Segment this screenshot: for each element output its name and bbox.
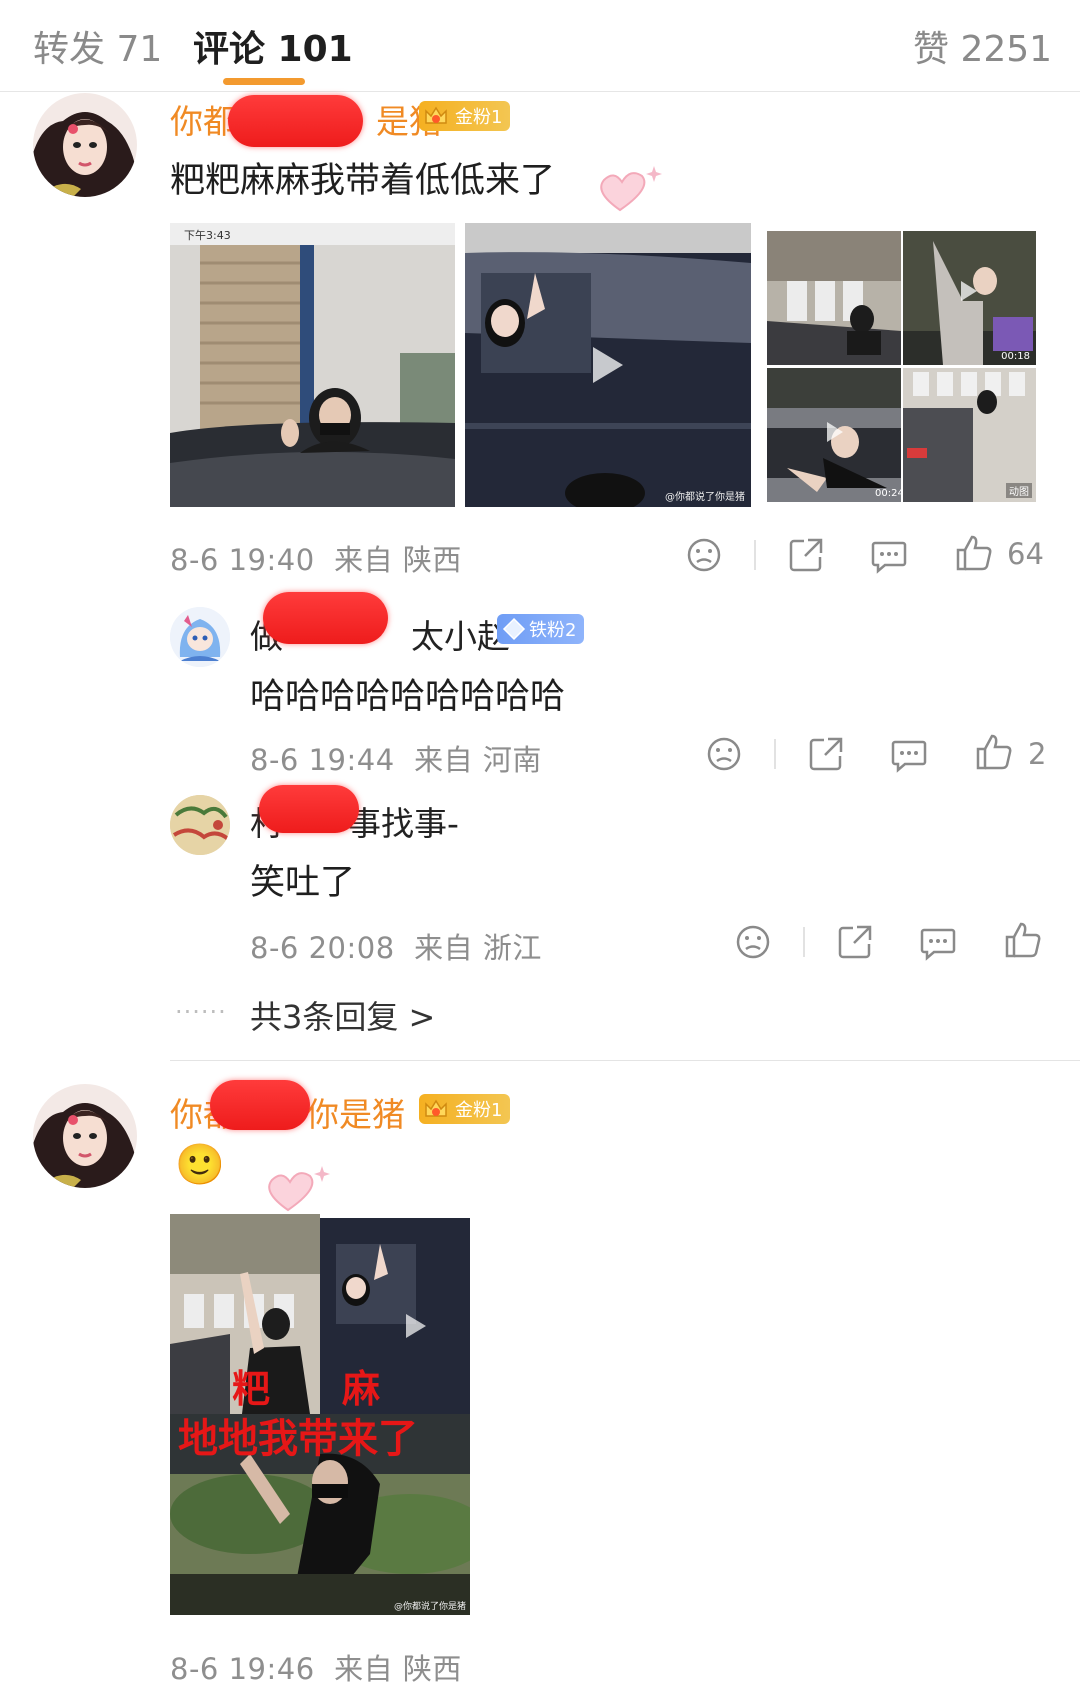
meme-caption-main: 地地我带来了 [178,1416,418,1462]
play-icon[interactable] [593,347,623,383]
tab-comments[interactable]: 评论 101 [193,20,353,72]
redaction-mark [259,785,359,833]
more-replies-link[interactable]: 共3条回复 > [250,992,435,1038]
watermark: @你都说了你是猪 [665,492,745,503]
comment-meta: 8-6 19:40 来自 陕西 [170,543,462,577]
heart-sticker-icon [268,1166,330,1212]
fan-badge[interactable]: 金粉1 [419,1094,511,1124]
like-icon[interactable] [954,533,994,573]
share-icon[interactable] [806,734,846,774]
share-icon[interactable] [835,922,875,962]
crown-icon [425,1099,447,1117]
comment-text: 粑粑麻麻我带着低低来了 [170,161,556,201]
grid-video-2[interactable]: 00:24 [767,368,901,502]
comment-video[interactable]: @你都说了你是猪 [465,223,751,507]
like-count: 2 [1028,737,1047,771]
comment-icon[interactable] [889,734,929,774]
action-separator [754,540,756,570]
share-icon[interactable] [786,535,826,575]
smile-emoji: 🙂 [175,1142,225,1188]
active-tab-indicator [223,78,305,85]
play-icon[interactable] [961,281,977,301]
comment-image[interactable]: 下午3:43 [170,223,455,507]
avatar[interactable] [33,1084,137,1188]
comment-divider [170,1060,1080,1061]
redaction-mark [210,1080,310,1130]
redaction-mark [263,592,388,644]
grid-image-1[interactable] [767,231,901,365]
action-separator [803,927,805,957]
meme-caption-right: 麻 [342,1367,381,1411]
grid-video-1[interactable]: 00:18 [903,231,1036,365]
tab-likes[interactable]: 赞 2251 [913,20,1052,72]
watermark: @你都说了你是猪 [393,1602,466,1612]
like-count: 64 [1007,537,1044,571]
play-icon[interactable] [827,422,843,442]
meme-image[interactable]: 粑 麻 地地我带来了 @你都说了你是猪 [170,1214,470,1615]
comment-icon[interactable] [918,922,958,962]
tab-repost[interactable]: 转发 71 [33,20,162,72]
gif-badge: 动图 [1006,483,1032,498]
comment-meta: 8-6 19:46 来自 陕西 [170,1652,462,1686]
action-separator [774,739,776,769]
video-duration: 00:18 [1001,351,1030,362]
reply-meta: 8-6 20:08 来自 浙江 [250,931,542,965]
heart-sticker-icon [600,166,662,212]
meme-caption-left: 粑 [232,1367,271,1411]
avatar[interactable] [170,607,230,667]
like-icon[interactable] [1003,920,1043,960]
diamond-icon [502,617,526,641]
reply-text: 笑吐了 [250,863,356,903]
redaction-mark [228,95,363,147]
more-replies-dots: ······ [175,998,227,1026]
video-duration: 00:24 [875,488,901,499]
fan-badge[interactable]: 铁粉2 [497,614,585,644]
avatar[interactable] [170,795,230,855]
avatar[interactable] [33,93,137,197]
like-icon[interactable] [974,732,1014,772]
reply-meta: 8-6 19:44 来自 河南 [250,743,542,777]
reply-text: 哈哈哈哈哈哈哈哈哈 [250,677,566,717]
grid-gif[interactable]: 动图 [903,368,1036,502]
status-time: 下午3:43 [184,229,231,242]
crown-icon [425,106,447,124]
face-icon[interactable] [704,734,744,774]
comment-icon[interactable] [869,535,909,575]
comment-tab-bar: 转发 71 评论 101 赞 2251 [0,0,1080,92]
face-icon[interactable] [733,922,773,962]
face-icon[interactable] [684,535,724,575]
fan-badge[interactable]: 金粉1 [419,101,511,131]
